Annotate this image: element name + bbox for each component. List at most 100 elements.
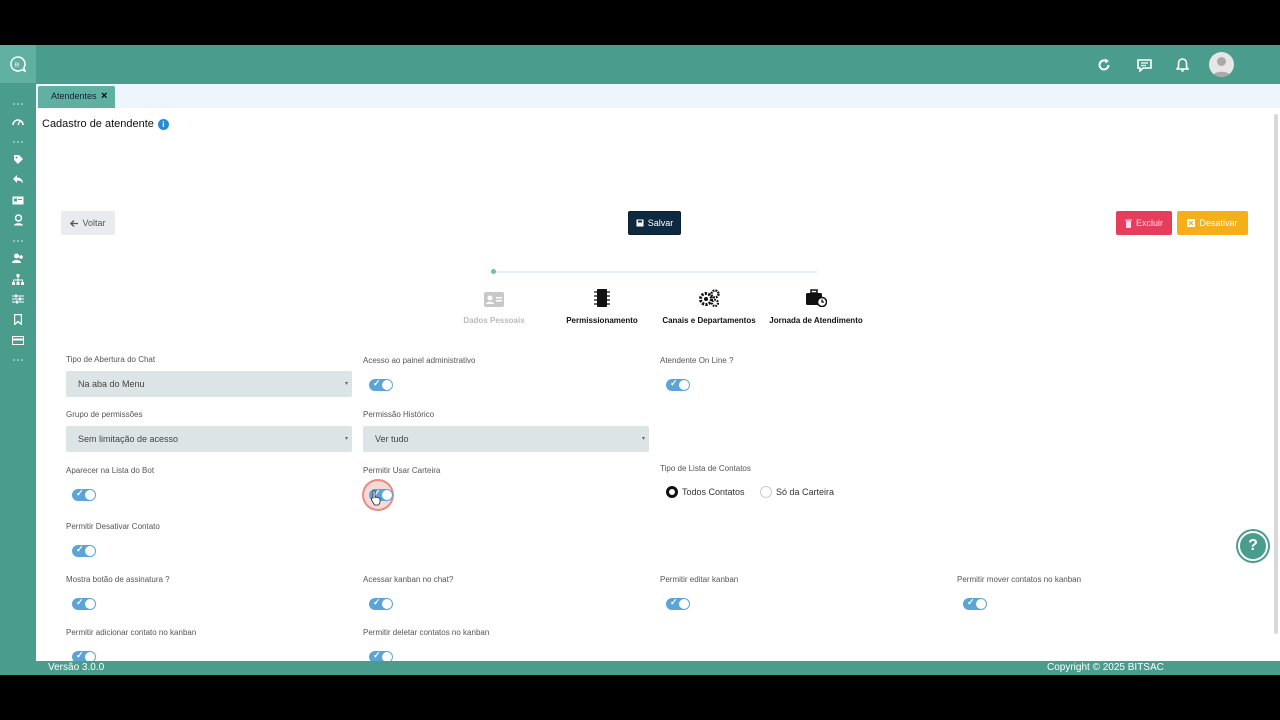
bell-icon[interactable] [1172, 55, 1192, 75]
caret-down-icon: ▾ [641, 436, 645, 442]
hand-cursor-icon [371, 490, 381, 506]
scrollbar[interactable] [1274, 114, 1278, 634]
adicionar-kanban-toggle[interactable]: ✓ [72, 650, 96, 661]
sidebar: BI [0, 45, 36, 675]
aparecer-bot-toggle[interactable]: ✓ [72, 488, 96, 501]
deletar-kanban-label: Permitir deletar contatos no kanban [363, 628, 490, 637]
step-canais-departamentos[interactable]: Canais e Departamentos [661, 285, 757, 325]
tipo-abertura-value: Na aba do Menu [78, 379, 145, 389]
atendente-online-label: Atendente On Line ? [660, 356, 734, 365]
editar-kanban-label: Permitir editar kanban [660, 575, 739, 584]
users-icon[interactable] [10, 251, 26, 265]
check-icon: ✓ [373, 650, 381, 660]
check-icon: ✓ [76, 544, 84, 554]
grupo-permissoes-select[interactable]: Sem limitação de acesso ▾ [66, 426, 352, 452]
radio-label: Todos Contatos [682, 487, 745, 497]
step-label: Jornada de Atendimento [769, 316, 863, 325]
app-frame: BI Atendentes × Cadastro de atendente i … [0, 45, 1280, 675]
step-label: Dados Pessoais [463, 316, 525, 325]
stepper-progress-dot [491, 269, 496, 274]
radio-so-da-carteira[interactable]: Só da Carteira [760, 486, 834, 498]
user-icon[interactable] [10, 213, 26, 227]
sitemap-icon[interactable] [10, 272, 26, 286]
back-label: Voltar [82, 218, 106, 228]
reply-icon[interactable] [10, 172, 26, 186]
permitir-carteira-label: Permitir Usar Carteira [363, 466, 441, 475]
check-icon: ✓ [670, 378, 678, 388]
x-square-icon [1187, 219, 1196, 227]
tipo-abertura-select[interactable]: Na aba do Menu ▾ [66, 371, 352, 397]
memory-icon [554, 285, 650, 307]
deactivate-button[interactable]: Desativar [1177, 211, 1248, 235]
refresh-icon[interactable] [1094, 55, 1114, 75]
bookmark-icon[interactable] [10, 312, 26, 326]
briefcase-clock-icon [768, 285, 864, 307]
radio-unselected-icon [760, 486, 772, 498]
permitir-desativar-label: Permitir Desativar Contato [66, 522, 160, 531]
tab-atendentes[interactable]: Atendentes × [38, 86, 115, 108]
step-dados-pessoais[interactable]: Dados Pessoais [446, 285, 542, 325]
deactivate-label: Desativar [1199, 218, 1238, 228]
check-icon: ✓ [373, 597, 381, 607]
copyright-text: Copyright © 2025 BITSAC [1047, 662, 1164, 673]
radio-todos-contatos[interactable]: Todos Contatos [666, 486, 745, 498]
step-label: Permissionamento [566, 316, 638, 325]
permissao-historico-label: Permissão Histórico [363, 410, 435, 419]
acesso-painel-label: Acesso ao painel administrativo [363, 356, 476, 365]
caret-down-icon: ▾ [344, 436, 348, 442]
info-icon[interactable]: i [157, 118, 169, 130]
page-title-text: Cadastro de atendente [42, 118, 154, 130]
mover-kanban-toggle[interactable]: ✓ [963, 597, 987, 610]
save-button[interactable]: Salvar [628, 211, 681, 235]
acessar-kanban-label: Acessar kanban no chat? [363, 575, 454, 584]
step-label: Canais e Departamentos [662, 316, 756, 325]
stepper-line [493, 271, 817, 273]
tab-label: Atendentes [51, 91, 97, 101]
sliders-icon[interactable] [10, 292, 26, 306]
caret-down-icon: ▾ [344, 381, 348, 387]
atendente-online-toggle[interactable]: ✓ [666, 378, 690, 391]
editar-kanban-toggle[interactable]: ✓ [666, 597, 690, 610]
tag-icon[interactable] [10, 152, 26, 166]
mostra-assinatura-toggle[interactable]: ✓ [72, 597, 96, 610]
dashboard-icon[interactable] [10, 115, 26, 129]
save-icon [636, 219, 644, 227]
deletar-kanban-toggle[interactable]: ✓ [369, 650, 393, 661]
step-permissionamento[interactable]: Permissionamento [554, 285, 650, 325]
help-button[interactable]: ? [1238, 531, 1268, 561]
aparecer-bot-label: Aparecer na Lista do Bot [66, 466, 155, 475]
permissao-historico-select[interactable]: Ver tudo ▾ [363, 426, 649, 452]
mover-kanban-label: Permitir mover contatos no kanban [957, 575, 1082, 584]
check-icon: ✓ [76, 597, 84, 607]
acessar-kanban-toggle[interactable]: ✓ [369, 597, 393, 610]
permitir-desativar-toggle[interactable]: ✓ [72, 544, 96, 557]
dots-icon [10, 353, 26, 367]
trash-icon [1124, 219, 1132, 228]
step-jornada-atendimento[interactable]: Jornada de Atendimento [768, 285, 864, 325]
check-icon: ✓ [76, 488, 84, 498]
logo-icon[interactable]: BI [0, 45, 36, 83]
check-icon: ✓ [670, 597, 678, 607]
radio-label: Só da Carteira [776, 487, 835, 497]
dots-icon [10, 135, 26, 149]
topbar [36, 45, 1280, 84]
mostra-assinatura-label: Mostra botão de assinatura ? [66, 575, 170, 584]
grupo-permissoes-value: Sem limitação de acesso [78, 434, 179, 444]
id-card-icon [446, 285, 542, 307]
main-content: Atendentes × Cadastro de atendente i Vol… [36, 84, 1280, 661]
user-avatar-icon[interactable] [1209, 52, 1234, 77]
save-label: Salvar [647, 218, 674, 228]
back-button[interactable]: Voltar [61, 211, 115, 235]
check-icon: ✓ [76, 650, 84, 660]
acesso-painel-toggle[interactable]: ✓ [369, 378, 393, 391]
radio-selected-icon [666, 486, 678, 498]
delete-button[interactable]: Excluir [1116, 211, 1172, 235]
tipo-lista-label: Tipo de Lista de Contatos [660, 464, 751, 473]
version-text: Versão 3.0.0 [48, 662, 105, 673]
card-icon[interactable] [10, 333, 26, 347]
id-card-icon[interactable] [10, 193, 26, 207]
chat-icon[interactable] [1134, 55, 1154, 75]
close-icon[interactable]: × [101, 90, 107, 102]
arrow-left-icon [70, 219, 79, 227]
delete-label: Excluir [1135, 218, 1163, 228]
